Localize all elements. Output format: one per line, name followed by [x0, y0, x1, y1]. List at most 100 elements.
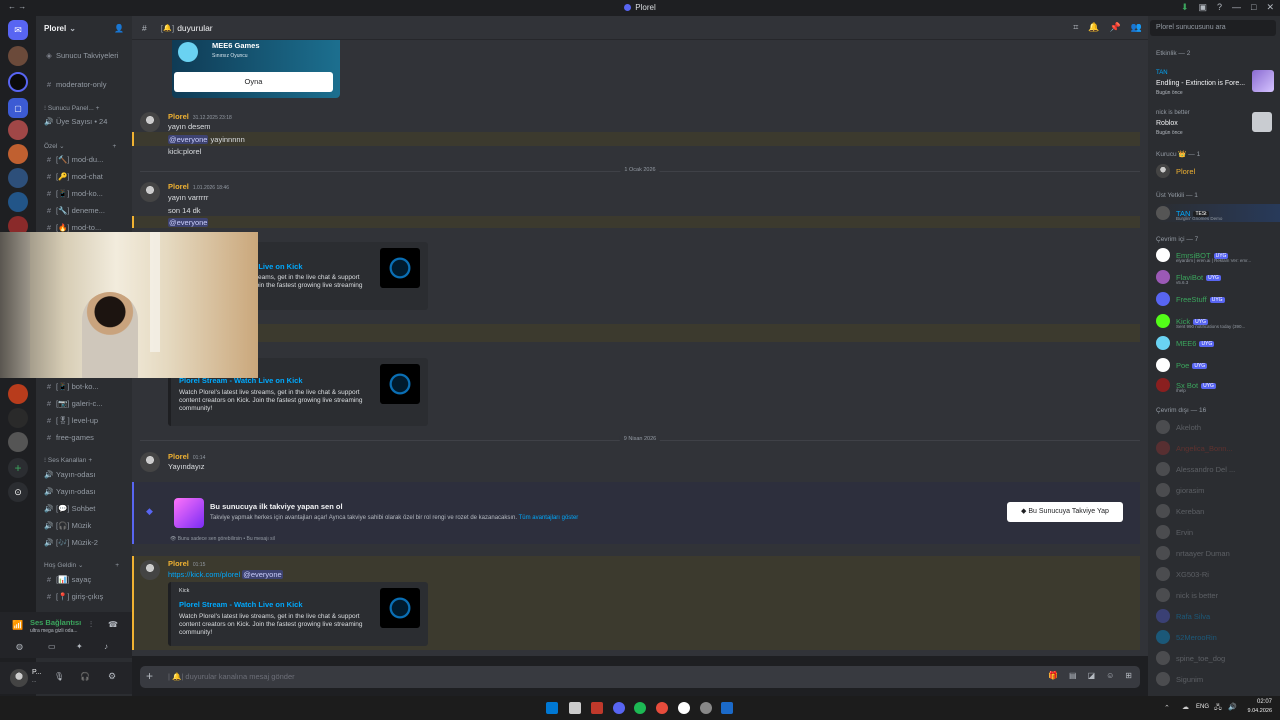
- server-icon[interactable]: [8, 384, 28, 404]
- discord-home-icon[interactable]: ✉: [8, 20, 28, 40]
- category-sunucu-panel[interactable]: ⁝ Sunucu Panel... +: [44, 104, 99, 112]
- embed-thumbnail[interactable]: [380, 248, 420, 288]
- message-list[interactable]: MEE6 Games Sınırsız Oyuncu Oyna Plorel 31…: [132, 40, 1148, 656]
- sidebar-item-uye-sayisi[interactable]: 🔊 Üye Sayısı • 24: [36, 114, 132, 129]
- discord-taskbar-icon[interactable]: [613, 702, 625, 714]
- member-item[interactable]: Plorel: [1156, 162, 1280, 180]
- member-item[interactable]: Ervin: [1156, 523, 1280, 541]
- sticker-icon[interactable]: ◪: [1088, 671, 1096, 680]
- inbox-icon[interactable]: ▣: [1198, 2, 1207, 13]
- member-item[interactable]: EmrsiBOT UYG elyardim | eren.ai | Reklam V…: [1156, 246, 1280, 264]
- screen-share-icon[interactable]: ▭: [48, 642, 56, 651]
- member-item[interactable]: nick is better: [1156, 586, 1280, 604]
- folder-icon[interactable]: ▢: [8, 98, 28, 118]
- message-author[interactable]: Plorel 01:15: [168, 559, 205, 568]
- member-item[interactable]: giorasim: [1156, 481, 1280, 499]
- member-item[interactable]: XG503-Ri: [1156, 565, 1280, 583]
- server-header[interactable]: Plorel ⌄ 👤: [36, 16, 132, 40]
- message-author[interactable]: Plorel 1.01.2026 18:46: [168, 182, 229, 191]
- sidebar-item-sayac[interactable]: # [📊] sayaç: [36, 572, 132, 587]
- everyone-mention[interactable]: @everyone: [168, 135, 209, 144]
- show-perks-link[interactable]: Tüm avantajları göster: [519, 515, 579, 521]
- sidebar-item-deneme[interactable]: # [🔧] deneme...: [36, 203, 132, 218]
- activity-card[interactable]: TAN Endling - Extinction is Fore... Bugü…: [1152, 68, 1276, 98]
- member-item[interactable]: Angelica_Bonn...: [1156, 439, 1280, 457]
- apps-icon[interactable]: ⊞: [1125, 671, 1132, 680]
- boost-server-button[interactable]: ◆ Bu Sunucuya Takviye Yap: [1007, 502, 1123, 522]
- member-item[interactable]: FlaviBot UYG v5.6.3: [1156, 268, 1280, 286]
- category-hos-geldin[interactable]: Hoş Geldin ⌄ +: [44, 561, 119, 569]
- member-item[interactable]: Alessandro Del ...: [1156, 460, 1280, 478]
- notification-bell-icon[interactable]: 🔔: [1088, 22, 1099, 33]
- app-icon[interactable]: [591, 702, 603, 714]
- member-item[interactable]: Kick UYG Sent 990 notifications today (390…: [1156, 312, 1280, 330]
- sidebar-item-voice[interactable]: 🔊 [💬] Sohbet: [36, 501, 132, 516]
- headphones-icon[interactable]: 🎧: [80, 672, 90, 681]
- microphone-icon[interactable]: 🎙: [54, 672, 64, 681]
- camera-icon[interactable]: ◍: [16, 642, 23, 651]
- sidebar-item-bot-komut[interactable]: # [📱] bot-ko...: [36, 379, 132, 394]
- obs-icon[interactable]: [678, 702, 690, 714]
- update-icon[interactable]: ⬇: [1181, 2, 1189, 13]
- server-icon[interactable]: [8, 144, 28, 164]
- emoji-icon[interactable]: ☺: [1106, 671, 1114, 680]
- server-icon[interactable]: [8, 46, 28, 66]
- sidebar-item-galeri[interactable]: # [📷] galeri-c...: [36, 396, 132, 411]
- disconnect-icon[interactable]: ☎: [108, 620, 118, 629]
- everyone-mention[interactable]: @everyone: [242, 570, 283, 579]
- server-icon[interactable]: [8, 192, 28, 212]
- embed-thumbnail[interactable]: [380, 364, 420, 404]
- sidebar-item-giris-cikis[interactable]: # [📍] giriş-çıkış: [36, 589, 132, 604]
- voice-status[interactable]: Ses Bağlantısı: [30, 618, 81, 627]
- server-icon[interactable]: [8, 120, 28, 140]
- embed-title-link[interactable]: Plorel Stream - Watch Live on Kick: [179, 600, 303, 609]
- tray-chevron-icon[interactable]: ⌃: [1164, 704, 1170, 712]
- attach-plus-icon[interactable]: +: [146, 669, 153, 683]
- search-input[interactable]: Plorel sunucusunu ara: [1150, 20, 1276, 36]
- avatar[interactable]: [140, 560, 160, 580]
- add-server-icon[interactable]: +: [8, 458, 28, 478]
- gift-icon[interactable]: 🎁: [1048, 671, 1058, 680]
- member-item[interactable]: FreeStuff UYG: [1156, 290, 1280, 308]
- message-author[interactable]: Plorel 01:14: [168, 452, 205, 461]
- steam-icon[interactable]: [721, 702, 733, 714]
- sidebar-item-voice[interactable]: 🔊 [🎧] Müzik: [36, 518, 132, 533]
- sidebar-item-mod-komut[interactable]: # [📱] mod-ko...: [36, 186, 132, 201]
- member-item[interactable]: 52MerooRin: [1156, 628, 1280, 646]
- app-icon[interactable]: [700, 702, 712, 714]
- sidebar-item-mod-chat[interactable]: # [🔑] mod-chat: [36, 169, 132, 184]
- message-composer[interactable]: + | 🔔| duyurular kanalına mesaj gönder 🎁…: [140, 666, 1140, 688]
- member-item[interactable]: Akeloth: [1156, 418, 1280, 436]
- member-item[interactable]: Rafa Silva: [1156, 607, 1280, 625]
- settings-gear-icon[interactable]: ⚙: [108, 671, 116, 682]
- sidebar-item-free-games[interactable]: # free-games: [36, 430, 132, 445]
- minimize-icon[interactable]: —: [1232, 2, 1241, 13]
- clock-date[interactable]: 9.04.2026: [1240, 708, 1272, 714]
- spotify-icon[interactable]: [634, 702, 646, 714]
- server-icon[interactable]: [8, 168, 28, 188]
- message-author[interactable]: Plorel 31.12.2025 23:18: [168, 112, 232, 121]
- clock-time[interactable]: 02:07: [1246, 699, 1272, 705]
- sidebar-item-mod-duyuru[interactable]: # [🔨] mod-du...: [36, 152, 132, 167]
- help-icon[interactable]: ?: [1217, 2, 1222, 13]
- start-icon[interactable]: [546, 702, 558, 714]
- embed-thumbnail[interactable]: [380, 588, 420, 628]
- maximize-icon[interactable]: □: [1251, 2, 1256, 13]
- avatar[interactable]: [140, 182, 160, 202]
- close-icon[interactable]: ✕: [1266, 2, 1274, 13]
- volume-icon[interactable]: 🔊: [1228, 703, 1237, 711]
- avatar[interactable]: [10, 669, 28, 687]
- avatar[interactable]: [140, 112, 160, 132]
- member-item[interactable]: spine_toe_dog: [1156, 649, 1280, 667]
- avatar[interactable]: [140, 452, 160, 472]
- member-item[interactable]: MEE6 UYG: [1156, 334, 1280, 352]
- sidebar-item-voice[interactable]: 🔊 [🎶] Müzik-2: [36, 535, 132, 550]
- browser-icon[interactable]: [656, 702, 668, 714]
- sidebar-item-moderator-only[interactable]: # moderator-only: [36, 77, 132, 92]
- member-item[interactable]: Poe UYG: [1156, 356, 1280, 374]
- file-explorer-icon[interactable]: [569, 702, 581, 714]
- sidebar-item-voice[interactable]: 🔊 Yayın-odası: [36, 467, 132, 482]
- activities-icon[interactable]: ✦: [76, 642, 83, 651]
- threads-icon[interactable]: ⌗: [1073, 22, 1078, 33]
- server-icon-plorel[interactable]: [8, 72, 28, 92]
